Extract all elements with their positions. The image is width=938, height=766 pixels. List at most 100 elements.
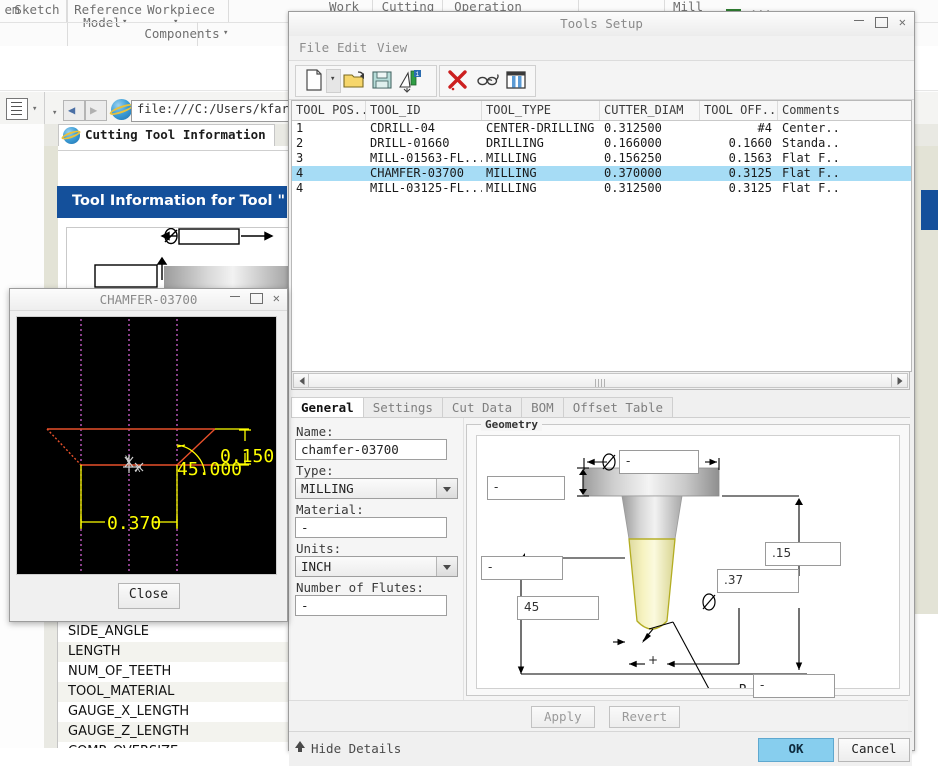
- chevron-down-icon[interactable]: [436, 557, 457, 576]
- units-select-value: INCH: [301, 559, 332, 574]
- columns-table-icon[interactable]: [503, 67, 529, 93]
- apply-button[interactable]: Apply: [531, 706, 595, 728]
- tool-information-header-label: Tool Information for Tool ": [72, 193, 286, 209]
- tools-setup-window-controls: ✕: [853, 15, 906, 29]
- menu-view[interactable]: View: [377, 40, 407, 55]
- column-header-tool-off[interactable]: TOOL OFF...: [700, 101, 778, 120]
- geometry-angle-input[interactable]: 45: [517, 596, 599, 620]
- name-input[interactable]: chamfer-03700: [295, 439, 447, 460]
- geometry-top-diameter-input[interactable]: -: [619, 450, 699, 474]
- tools-setup-window: Tools Setup ✕ File Edit View ▾ 1 TOOL PO…: [288, 11, 915, 766]
- general-form: Name: chamfer-03700 Type: MILLING Materi…: [291, 418, 464, 700]
- name-label: Name:: [296, 424, 334, 439]
- chevron-down-icon[interactable]: [436, 479, 457, 498]
- menu-edit[interactable]: Edit: [337, 40, 367, 55]
- chamfer-preview-canvas[interactable]: Y X 0.150 45.000 0.370: [16, 316, 277, 575]
- cell-tool-pos: 2: [296, 136, 304, 150]
- cell-comments: Flat F..: [782, 151, 840, 165]
- minimize-icon[interactable]: [229, 295, 240, 297]
- tab-offset-table[interactable]: Offset Table: [562, 397, 674, 418]
- save-disk-glyph: [372, 71, 392, 89]
- ribbon-divider-3: [228, 0, 229, 22]
- ribbon-components-caret-icon[interactable]: ▾: [223, 28, 228, 38]
- glasses-glyph: [477, 74, 499, 86]
- column-header-tool-type[interactable]: TOOL_TYPE: [482, 101, 600, 120]
- parameter-row-tool-material[interactable]: TOOL_MATERIAL: [58, 682, 289, 702]
- open-folder-icon[interactable]: [341, 67, 367, 93]
- model-tree-caret-icon[interactable]: ▾: [32, 104, 37, 114]
- table-horizontal-scrollbar[interactable]: [291, 371, 910, 390]
- ok-button[interactable]: OK: [758, 738, 834, 762]
- scroll-right-button[interactable]: [891, 373, 908, 388]
- browser-back-button[interactable]: ◀: [63, 100, 85, 121]
- back-arrow-icon: ◀: [68, 103, 76, 117]
- browser-home-icon[interactable]: [111, 99, 132, 120]
- column-header-comments[interactable]: Comments: [778, 101, 898, 120]
- close-icon[interactable]: ✕: [899, 15, 906, 29]
- cell-comments: Center..: [782, 121, 840, 135]
- chamfer-dialog-window-controls: ✕: [229, 291, 280, 305]
- chamfer-dialog-titlebar[interactable]: CHAMFER-03700 ✕: [10, 289, 287, 311]
- parameter-row-num-of-teeth[interactable]: NUM_OF_TEETH: [58, 662, 289, 682]
- tab-settings[interactable]: Settings: [362, 397, 443, 418]
- units-select[interactable]: INCH: [295, 556, 458, 577]
- cell-comments: Flat F..: [782, 166, 840, 180]
- table-row[interactable]: 1 CDRILL-04 CENTER-DRILLING 0.312500 #4 …: [292, 121, 911, 136]
- tools-setup-titlebar[interactable]: Tools Setup ✕: [289, 12, 914, 37]
- minimize-icon[interactable]: [853, 19, 864, 21]
- geometry-flute-length-input[interactable]: .15: [765, 542, 841, 566]
- save-disk-icon[interactable]: [369, 67, 395, 93]
- table-row-selected[interactable]: 4 CHAMFER-03700 MILLING 0.370000 0.3125 …: [292, 166, 911, 181]
- cell-cutter-diam: 0.312500: [604, 121, 662, 135]
- browser-forward-button[interactable]: ▶: [85, 100, 107, 121]
- table-row[interactable]: 4 MILL-03125-FL... MILLING 0.312500 0.31…: [292, 181, 911, 196]
- tab-bom[interactable]: BOM: [521, 397, 564, 418]
- new-document-glyph: [306, 69, 322, 91]
- tab-cut-data[interactable]: Cut Data: [441, 397, 523, 418]
- type-select-value: MILLING: [301, 481, 354, 496]
- tools-table: TOOL POS... TOOL_ID TOOL_TYPE CUTTER_DIA…: [291, 100, 912, 372]
- maximize-icon[interactable]: [249, 292, 263, 304]
- table-row[interactable]: 2 DRILL-01660 DRILLING 0.166000 0.1660 S…: [292, 136, 911, 151]
- type-select[interactable]: MILLING: [295, 478, 458, 499]
- ribbon-components-group[interactable]: Components: [130, 26, 234, 41]
- geometry-corner-radius-input[interactable]: -: [753, 674, 835, 698]
- cell-tool-type: MILLING: [486, 166, 537, 180]
- browser-url-input[interactable]: file:///C:/Users/kfar: [131, 100, 303, 122]
- new-document-icon[interactable]: [301, 67, 327, 93]
- dim-width-label: 0.370: [107, 513, 161, 534]
- flutes-input[interactable]: -: [295, 595, 447, 616]
- parameter-row-side-angle[interactable]: SIDE_ANGLE: [58, 622, 289, 642]
- sort-tools-icon[interactable]: 1: [397, 67, 423, 93]
- parameter-list-gutter: [44, 614, 58, 766]
- ribbon-item-workpiece[interactable]: Workpiece: [140, 2, 222, 17]
- new-document-dropdown-icon[interactable]: ▾: [326, 69, 341, 93]
- revert-button[interactable]: Revert: [609, 706, 681, 728]
- column-header-tool-pos[interactable]: TOOL POS...: [292, 101, 366, 120]
- geometry-cutter-diameter-input[interactable]: .37: [717, 569, 799, 593]
- maximize-icon[interactable]: [874, 16, 888, 28]
- menu-file[interactable]: File: [299, 40, 329, 55]
- column-header-tool-id[interactable]: TOOL_ID: [366, 101, 482, 120]
- delete-red-x-icon[interactable]: [445, 67, 471, 93]
- preview-glasses-icon[interactable]: [475, 67, 501, 93]
- geometry-shoulder-length-input[interactable]: -: [481, 556, 563, 580]
- tab-general[interactable]: General: [291, 397, 364, 418]
- scrollbar-thumb[interactable]: [308, 373, 893, 388]
- material-input[interactable]: -: [295, 517, 447, 538]
- ribbon-item-sketch[interactable]: Sketch: [8, 2, 66, 17]
- browser-collapse-caret-icon[interactable]: ▾: [52, 108, 57, 118]
- hide-details-button[interactable]: Hide Details: [311, 741, 401, 756]
- parameter-row-length[interactable]: LENGTH: [58, 642, 289, 662]
- geometry-head-height-input[interactable]: -: [487, 476, 565, 500]
- hide-details-arrow-icon: [295, 741, 305, 752]
- parameter-row-gauge-z-length[interactable]: GAUGE_Z_LENGTH: [58, 722, 289, 742]
- close-icon[interactable]: ✕: [273, 291, 280, 305]
- close-button[interactable]: Close: [117, 583, 180, 609]
- cancel-button[interactable]: Cancel: [838, 738, 910, 762]
- table-row[interactable]: 3 MILL-01563-FL... MILLING 0.156250 0.15…: [292, 151, 911, 166]
- column-header-cutter-diam[interactable]: CUTTER_DIAM: [600, 101, 700, 120]
- svg-text:1: 1: [416, 71, 420, 78]
- parameter-row-gauge-x-length[interactable]: GAUGE_X_LENGTH: [58, 702, 289, 722]
- model-tree-icon[interactable]: [6, 98, 28, 120]
